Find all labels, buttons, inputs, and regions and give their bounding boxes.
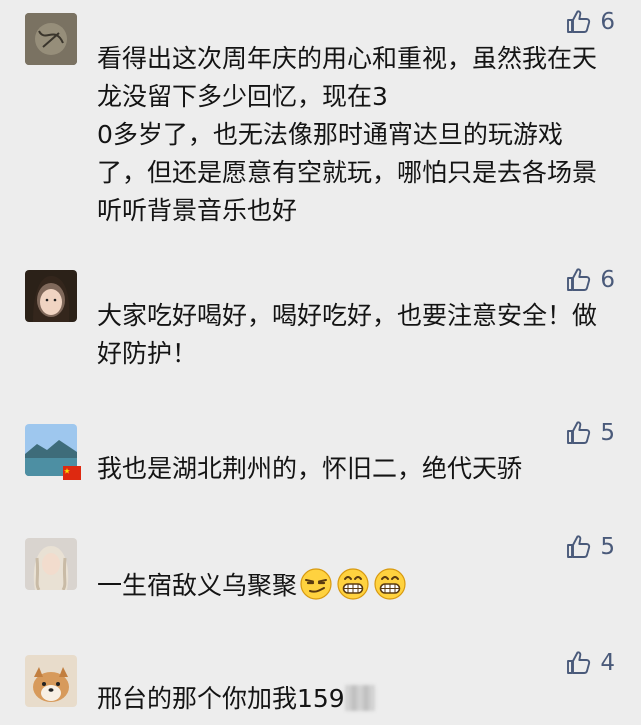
like-button[interactable]: 5 [564,419,615,447]
grin-emoji-icon [337,568,369,600]
like-button[interactable]: 4 [564,649,615,677]
like-count: 5 [600,534,615,560]
avatar-image-icon [25,270,77,322]
thumbs-up-icon [564,533,592,561]
avatar-image-icon [25,13,77,65]
like-button[interactable]: 6 [564,266,615,294]
thumbs-up-icon [564,649,592,677]
redacted-number [344,685,375,711]
avatar[interactable] [25,538,77,590]
avatar-image-icon [25,655,77,707]
grin-emoji-icon [374,568,406,600]
china-flag-icon [63,466,81,480]
like-count: 6 [600,267,615,293]
like-count: 4 [600,650,615,676]
thumbs-up-icon [564,266,592,294]
avatar-image-icon [25,538,77,590]
comment-text: 看得出这次周年庆的用心和重视，虽然我在天龙没留下多少回忆，现在3 0多岁了，也无… [97,44,598,225]
like-count: 5 [600,420,615,446]
avatar[interactable] [25,655,77,707]
avatar[interactable] [25,270,77,322]
like-button[interactable]: 6 [564,8,615,36]
smirk-emoji-icon [300,568,332,600]
comment-text: 一生宿敌义乌聚聚 [97,566,609,605]
like-count: 6 [600,9,615,35]
thumbs-up-icon [564,419,592,447]
avatar[interactable] [25,13,77,65]
comment-text-content: 一生宿敌义乌聚聚 [97,571,298,600]
comment-text: 邢台的那个你加我159 [97,680,609,718]
comment-text: 大家吃好喝好，喝好吃好，也要注意安全！做好防护！ [97,301,598,368]
comment-text-content: 邢台的那个你加我159 [97,684,345,713]
like-button[interactable]: 5 [564,533,615,561]
comment-text: 我也是湖北荆州的，怀旧二，绝代天骄 [97,454,523,483]
thumbs-up-icon [564,8,592,36]
avatar[interactable] [25,424,81,480]
